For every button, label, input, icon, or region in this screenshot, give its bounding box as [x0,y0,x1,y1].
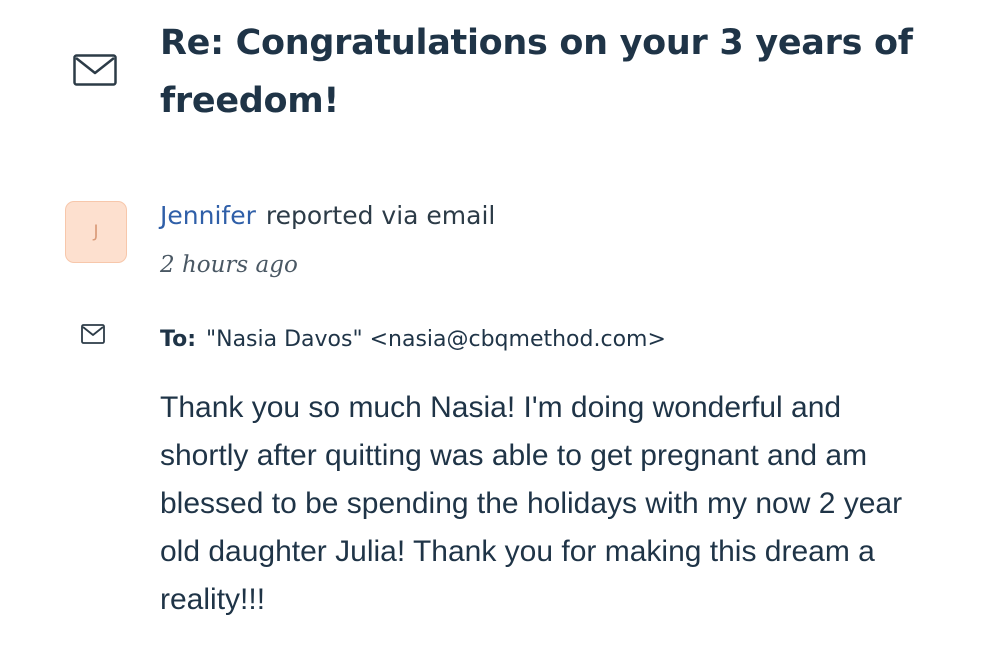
author-name-link[interactable]: Jennifer [160,201,256,230]
author-action: reported via email [265,201,496,230]
timestamp: 2 hours ago [160,252,298,278]
to-label: To: [160,327,196,352]
avatar[interactable]: J [65,201,127,263]
author-line: Jennifer reported via email [160,198,495,234]
recipient-address: "Nasia Davos" <nasia@cbqmethod.com> [206,327,666,352]
envelope-icon [73,54,117,86]
recipient-line: To: "Nasia Davos" <nasia@cbqmethod.com> [160,323,666,357]
message-body: Thank you so much Nasia! I'm doing wonde… [160,391,903,616]
envelope-icon [81,324,105,344]
ticket-subject: Re: Congratulations on your 3 years of f… [160,23,913,121]
